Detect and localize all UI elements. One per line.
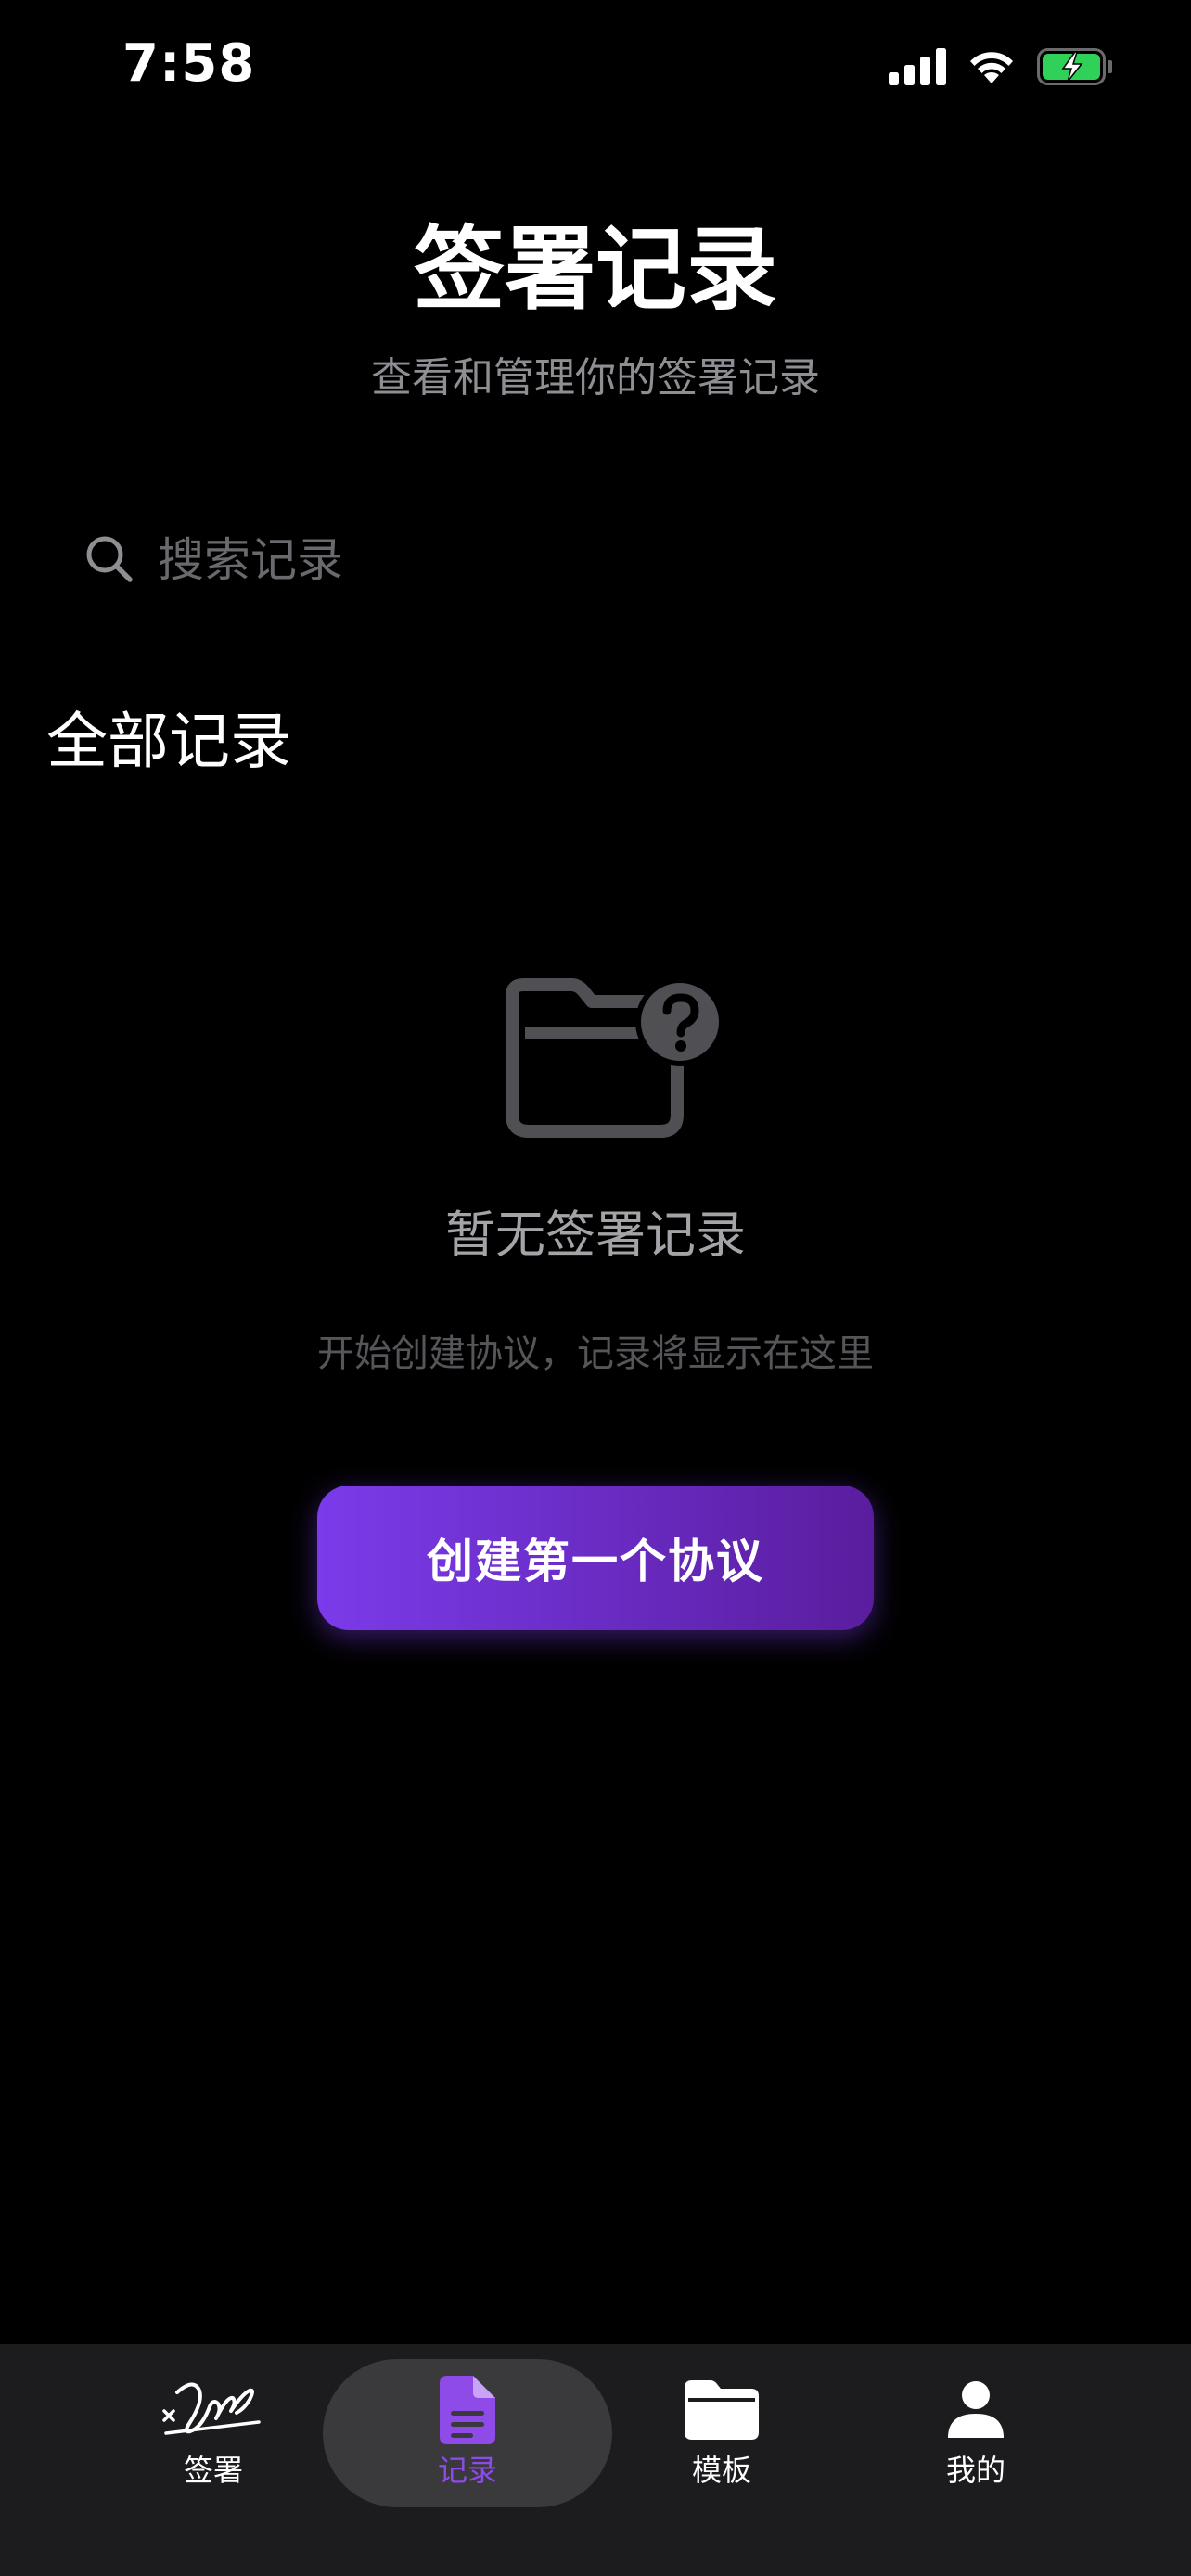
folder-question-icon (506, 977, 724, 1138)
tab-templates[interactable]: 模板 (577, 2359, 866, 2507)
tab-sign[interactable]: 签署 (69, 2359, 358, 2507)
person-icon (948, 2381, 1004, 2438)
empty-state-title: 暂无签署记录 (445, 1205, 746, 1264)
tab-records-label: 记录 (437, 2453, 497, 2488)
folder-icon (685, 2380, 759, 2440)
search-bar[interactable] (45, 501, 1146, 618)
tab-templates-label: 模板 (691, 2453, 751, 2488)
wifi-icon (970, 52, 1013, 83)
tab-profile[interactable]: 我的 (831, 2359, 1121, 2507)
tab-bar: 签署 记录 模板 我的 (0, 2344, 1191, 2576)
signature-icon (162, 2382, 261, 2435)
empty-state-description: 开始创建协议，记录将显示在这里 (317, 1333, 874, 1375)
page-title: 签署记录 (413, 217, 777, 323)
tab-profile-label: 我的 (945, 2453, 1005, 2488)
page-subtitle: 查看和管理你的签署记录 (371, 354, 820, 402)
status-bar: 7:58 (0, 0, 1191, 130)
document-icon (440, 2376, 495, 2444)
status-icons (889, 41, 1113, 93)
status-time: 7:58 (122, 33, 256, 94)
cellular-signal-icon (889, 48, 946, 85)
section-title: 全部记录 (46, 706, 291, 777)
tab-sign-label: 签署 (183, 2453, 243, 2488)
search-input[interactable] (156, 517, 1087, 603)
battery-charging-icon (1037, 48, 1112, 85)
create-first-agreement-button[interactable]: 创建第一个协议 (317, 1486, 874, 1630)
search-icon (86, 536, 133, 582)
tab-records[interactable]: 记录 (323, 2359, 612, 2507)
